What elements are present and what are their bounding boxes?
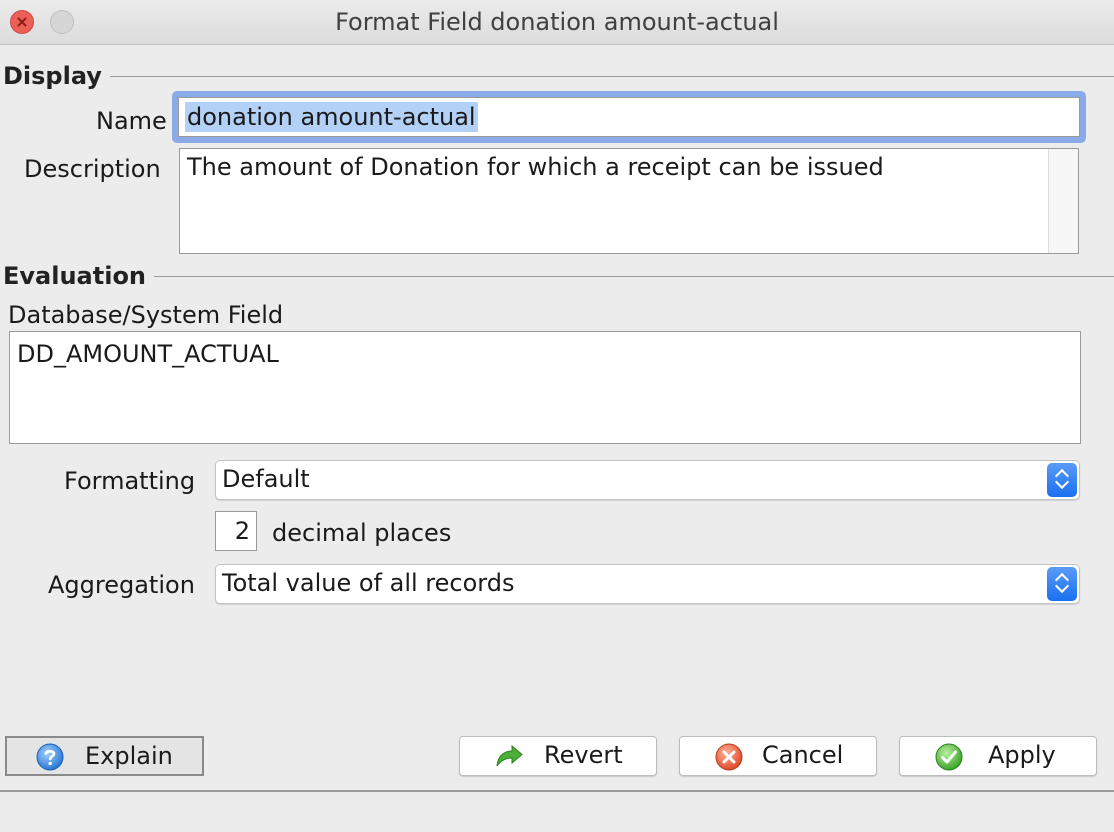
checkmark-icon — [935, 743, 963, 771]
description-label: Description — [24, 155, 161, 183]
revert-button-label: Revert — [544, 741, 623, 769]
description-scrollbar[interactable] — [1048, 149, 1078, 253]
evaluation-section-title: Evaluation — [3, 262, 155, 290]
format-field-dialog: Format Field donation amount-actual Disp… — [0, 0, 1114, 832]
display-section-title: Display — [3, 62, 110, 90]
aggregation-label: Aggregation — [48, 571, 195, 599]
formatting-label: Formatting — [64, 467, 196, 495]
evaluation-divider — [148, 276, 1114, 277]
cancel-button-label: Cancel — [762, 741, 844, 769]
window-title: Format Field donation amount-actual — [335, 8, 779, 36]
cancel-button[interactable]: Cancel — [679, 736, 877, 776]
aggregation-select[interactable]: Total value of all records — [215, 564, 1080, 604]
apply-button[interactable]: Apply — [899, 736, 1097, 776]
explain-button-label: Explain — [85, 742, 173, 770]
description-field[interactable]: The amount of Donation for which a recei… — [179, 148, 1079, 254]
title-bar: Format Field donation amount-actual — [0, 0, 1114, 45]
aggregation-value: Total value of all records — [222, 569, 515, 597]
help-icon — [36, 743, 64, 771]
name-label: Name — [96, 107, 167, 135]
chevron-updown-icon — [1047, 567, 1077, 601]
revert-arrow-icon — [496, 744, 523, 767]
revert-button[interactable]: Revert — [459, 736, 657, 776]
name-field-value: donation amount-actual — [185, 102, 478, 132]
footer-divider — [0, 790, 1114, 792]
description-value: The amount of Donation for which a recei… — [187, 153, 884, 181]
db-field-input[interactable]: DD_AMOUNT_ACTUAL — [9, 331, 1081, 444]
decimal-places-label: decimal places — [272, 519, 452, 547]
formatting-select[interactable]: Default — [215, 460, 1080, 500]
apply-button-label: Apply — [988, 741, 1056, 769]
display-divider — [110, 76, 1114, 77]
decimal-places-input[interactable]: 2 — [215, 511, 257, 551]
name-field[interactable]: donation amount-actual — [178, 97, 1080, 137]
cancel-icon — [715, 743, 743, 771]
explain-button[interactable]: Explain — [5, 736, 204, 776]
chevron-updown-icon — [1047, 463, 1077, 497]
db-field-label: Database/System Field — [8, 301, 284, 329]
formatting-value: Default — [222, 465, 310, 493]
db-field-value: DD_AMOUNT_ACTUAL — [17, 340, 279, 368]
